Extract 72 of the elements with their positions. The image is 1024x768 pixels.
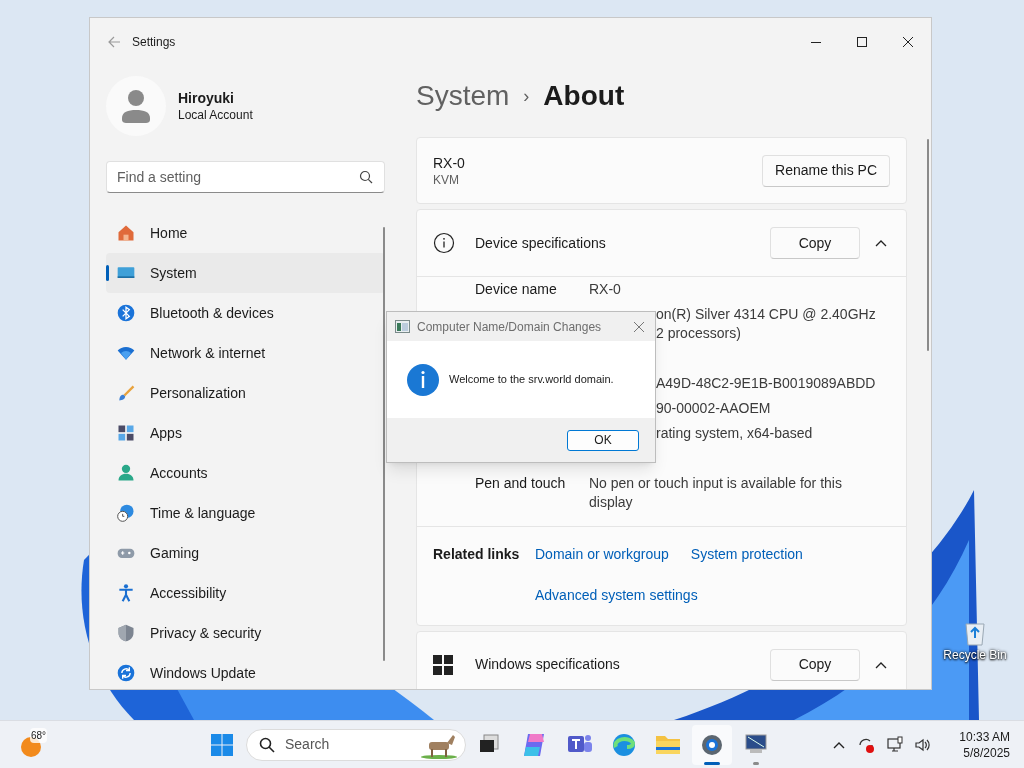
dialog-title: Computer Name/Domain Changes xyxy=(417,318,602,336)
user-name: Hiroyuki xyxy=(178,89,235,107)
search-icon xyxy=(259,736,275,753)
selection-indicator xyxy=(106,265,109,281)
maximize-icon xyxy=(857,37,867,47)
nav-item[interactable]: Accessibility xyxy=(106,573,385,613)
globe-clock-icon xyxy=(116,503,136,523)
apps-icon xyxy=(116,423,136,443)
dialog-message: Welcome to the srv.world domain. xyxy=(449,372,614,388)
page-title: About xyxy=(543,79,625,113)
window-icon xyxy=(395,320,410,333)
person-icon xyxy=(116,463,136,483)
shield-icon xyxy=(116,623,136,643)
search-icon xyxy=(359,170,373,184)
brush-icon xyxy=(116,383,136,403)
nav-item[interactable]: Home xyxy=(106,213,385,253)
pc-name: RX-0 xyxy=(433,153,465,172)
nav-item[interactable]: Windows Update xyxy=(106,653,385,689)
link[interactable]: Advanced system settings xyxy=(535,586,698,605)
spec-value: on(R) Silver 4314 CPU @ 2.40GHz xyxy=(656,305,876,324)
nav-item[interactable]: Time & language xyxy=(106,493,385,533)
section-title: Windows specifications xyxy=(475,655,620,674)
taskbar-search[interactable]: Search xyxy=(246,728,466,761)
section-title: Device specifications xyxy=(475,233,606,253)
copy-button[interactable]: Copy xyxy=(770,227,860,259)
active-app-indicator xyxy=(704,761,720,765)
network-icon[interactable] xyxy=(886,735,904,754)
weather-temperature: 68° xyxy=(30,727,48,743)
copy-button[interactable]: Copy xyxy=(770,648,860,681)
scrollbar[interactable] xyxy=(383,227,385,661)
nav-item[interactable]: Accounts xyxy=(106,453,385,493)
bluetooth-icon xyxy=(116,303,136,323)
back-arrow-icon[interactable] xyxy=(106,34,122,50)
breadcrumb-link[interactable]: System xyxy=(416,75,510,117)
window-title: Settings xyxy=(132,34,176,51)
breadcrumb-separator: › xyxy=(523,84,530,108)
close-icon xyxy=(903,37,913,47)
link[interactable]: Domain or workgroup xyxy=(535,545,669,564)
pc-model: KVM xyxy=(433,171,460,188)
update-icon xyxy=(116,663,136,683)
account-type: Local Account xyxy=(178,107,253,123)
nav-item[interactable]: Personalization xyxy=(106,373,385,413)
accessibility-icon xyxy=(116,583,136,603)
info-icon xyxy=(433,232,455,254)
nav-item[interactable]: Privacy & security xyxy=(106,613,385,653)
nav-item[interactable]: Apps xyxy=(106,413,385,453)
clock[interactable]: 10:33 AM 5/8/2025 xyxy=(950,728,1010,761)
spec-value: A49D-48C2-9E1B-B0019089ABDD xyxy=(656,374,876,393)
spec-value: No pen or touch input is available for this xyxy=(589,474,842,493)
spec-value: RX-0 xyxy=(589,280,621,299)
running-app-indicator xyxy=(753,761,759,765)
ok-button[interactable]: OK xyxy=(567,429,639,451)
spec-value: display xyxy=(589,493,634,512)
rename-button[interactable]: Rename this PC xyxy=(762,154,890,187)
nav-item[interactable]: Bluetooth & devices xyxy=(106,293,385,333)
avatar-icon xyxy=(106,76,166,136)
windows-logo-icon xyxy=(433,654,453,675)
minimize-icon xyxy=(811,41,821,43)
scrollbar[interactable] xyxy=(927,139,929,351)
link[interactable]: System protection xyxy=(690,545,803,564)
home-icon xyxy=(116,223,136,243)
spec-value: 2 processors) xyxy=(656,324,742,343)
info-icon xyxy=(407,363,439,396)
related-links-label: Related links xyxy=(433,545,521,564)
spec-value: 90-00002-AAOEM xyxy=(656,399,771,418)
spec-value: rating system, x64-based xyxy=(656,424,813,443)
nav-item[interactable]: Gaming xyxy=(106,533,385,573)
nav-item[interactable]: Network & internet xyxy=(106,333,385,373)
nav-item[interactable]: System xyxy=(106,253,385,293)
search-field[interactable]: Find a setting xyxy=(106,161,385,193)
spec-label: Device name xyxy=(475,281,557,297)
spec-label: Pen and touch xyxy=(475,475,566,491)
